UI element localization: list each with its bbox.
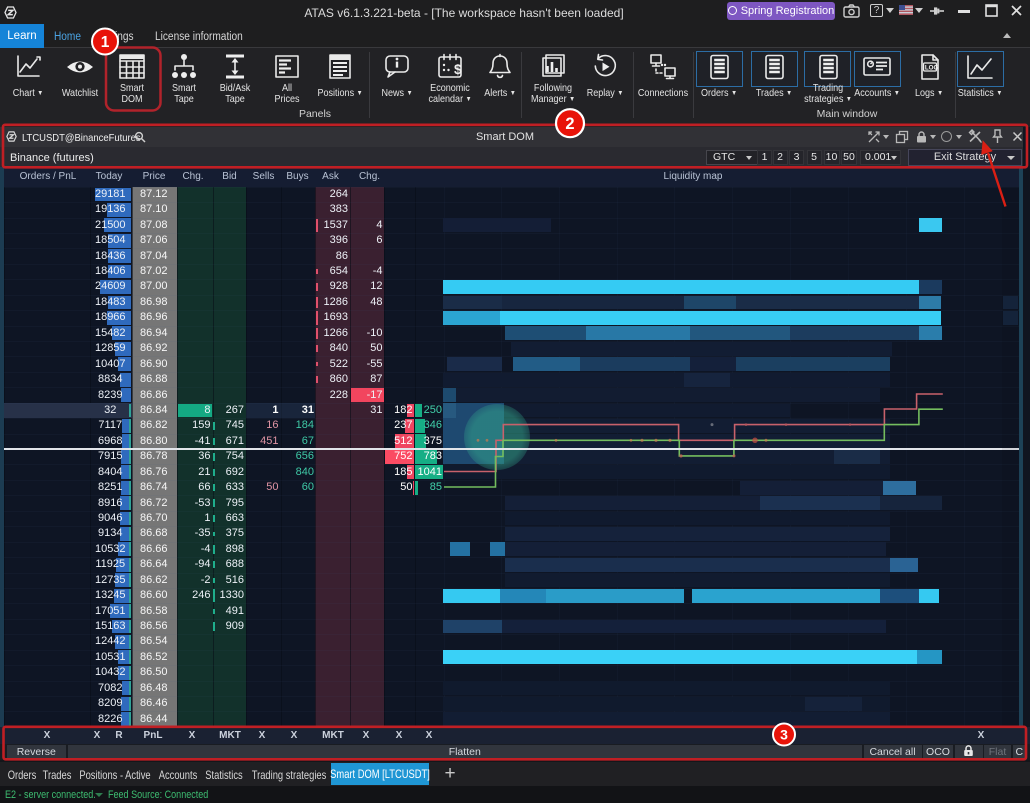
svg-text:$: $ — [454, 61, 462, 77]
svg-text:LOG: LOG — [925, 64, 939, 71]
